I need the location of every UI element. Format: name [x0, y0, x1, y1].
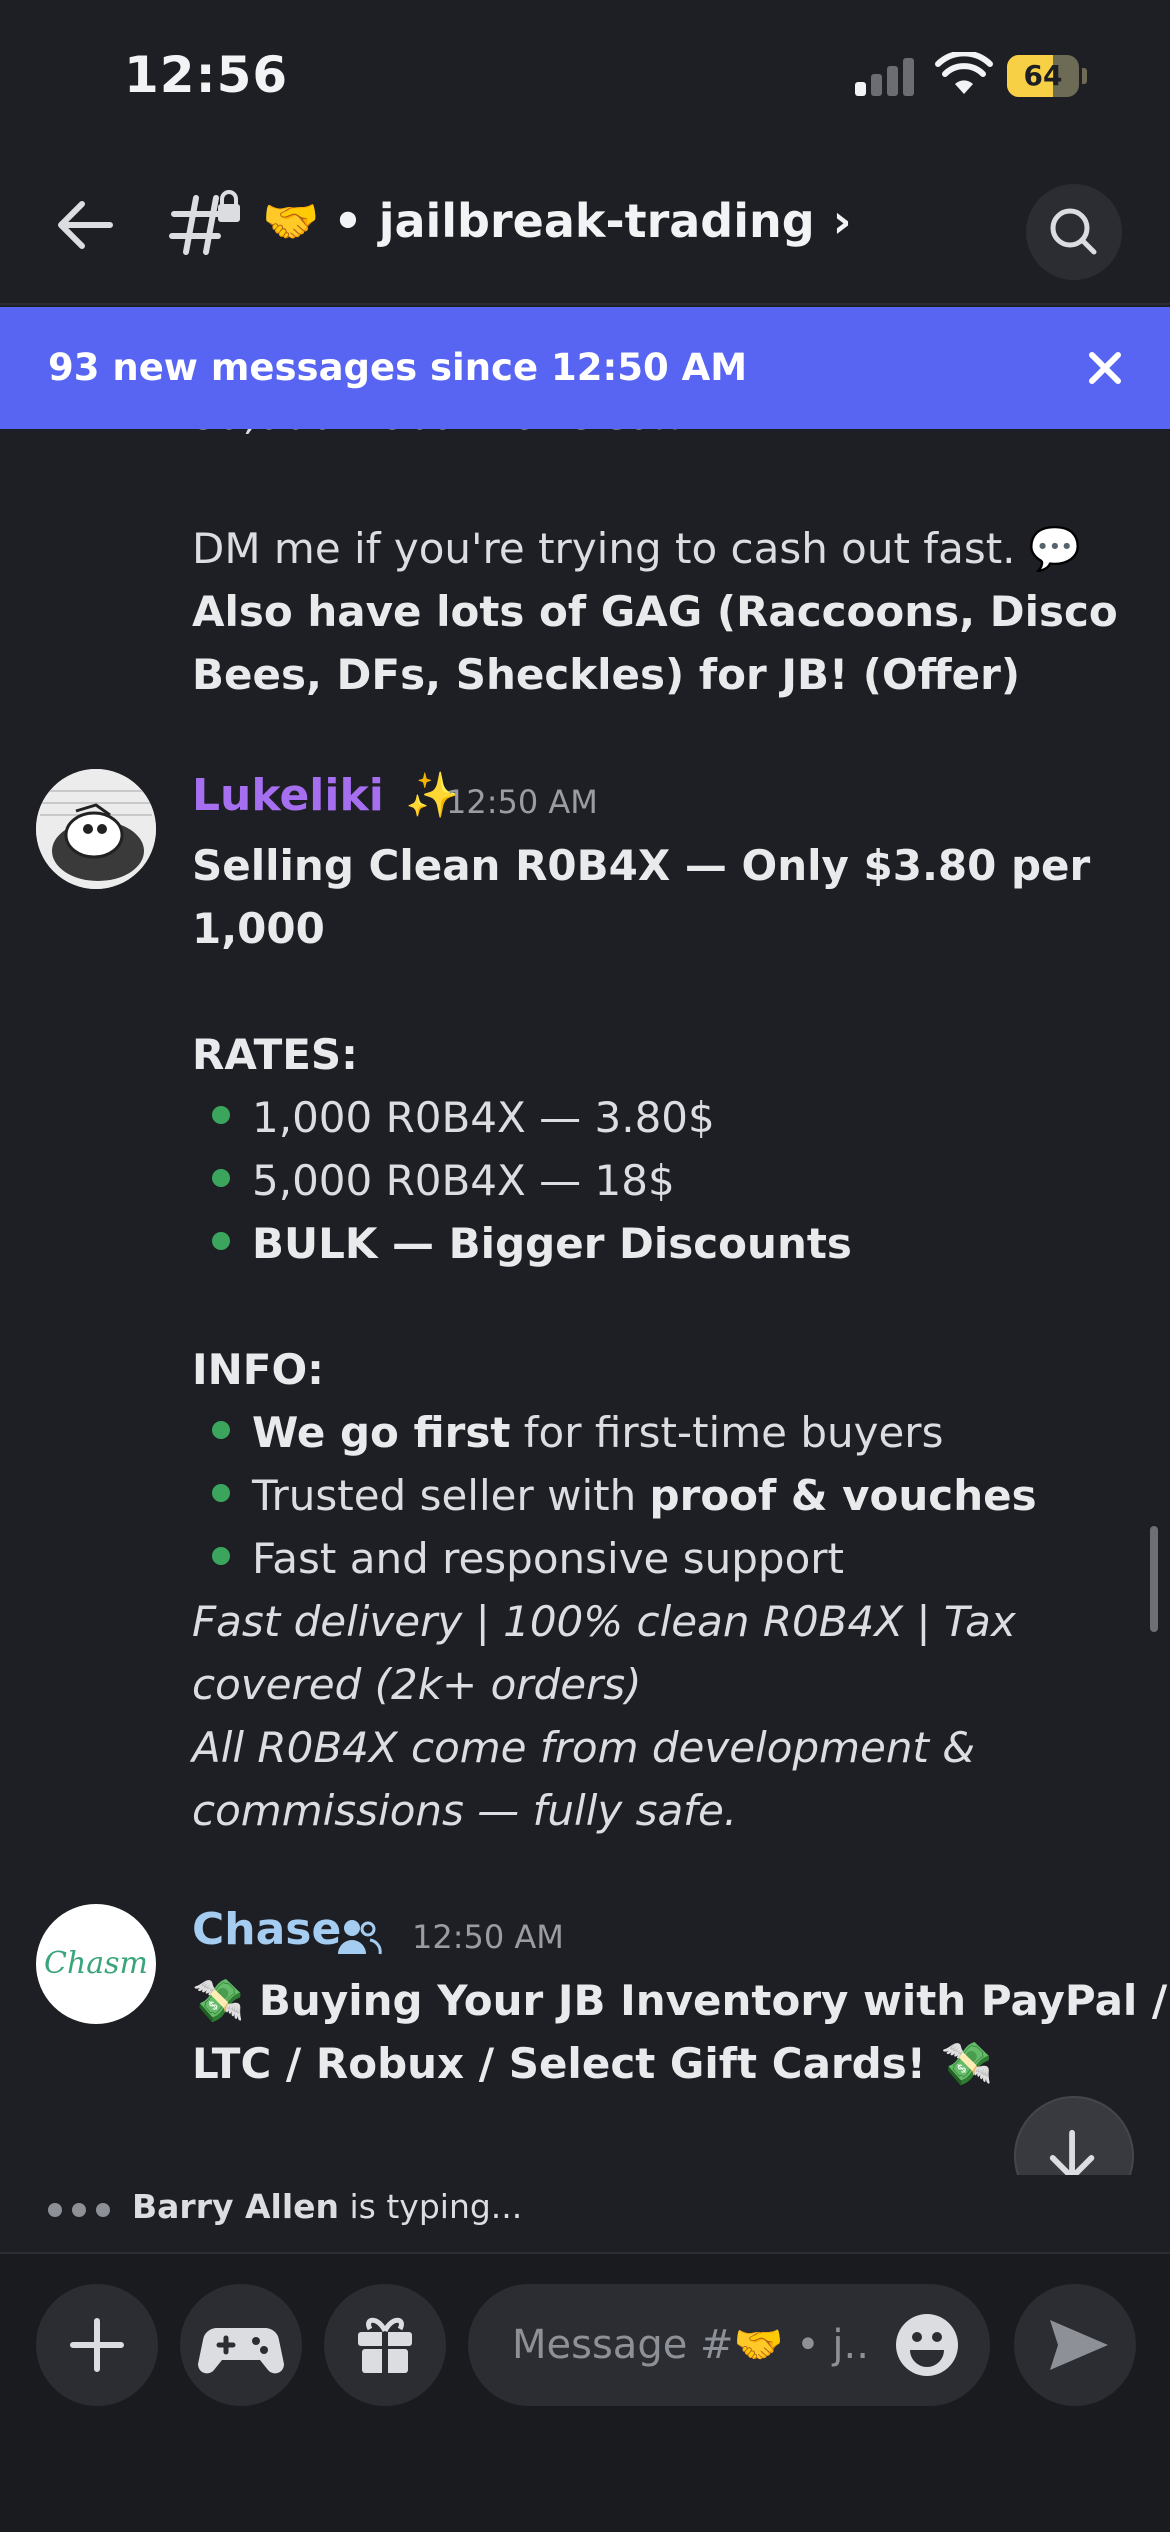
- timestamp: 12:50 AM: [446, 783, 598, 821]
- cell-signal-icon: [855, 56, 915, 96]
- close-icon[interactable]: [1082, 345, 1128, 391]
- channel-name: • jailbreak-trading: [333, 194, 815, 248]
- scrollbar[interactable]: [1150, 1526, 1158, 1632]
- channel-header: 🤝 • jailbreak-trading ›: [0, 150, 1170, 305]
- message-text: INFO:: [192, 1345, 324, 1394]
- message-text: Fast and responsive support: [252, 1534, 844, 1583]
- composer-bar: Message #🤝 • j..: [0, 2252, 1170, 2532]
- message-text: 1,000 R0B4X — 3.80$: [252, 1093, 715, 1142]
- bullet: [212, 1547, 230, 1565]
- message-text: 80,000 Robux for clean.: [192, 429, 696, 446]
- message-list[interactable]: 80,000 Robux for clean. DM me if you're …: [0, 429, 1170, 2175]
- message-input[interactable]: Message #🤝 • j..: [468, 2284, 990, 2406]
- message-text: Bees, DFs, Sheckles) for JB! (Offer): [192, 650, 1021, 699]
- message-text: Trusted seller with proof & vouches: [252, 1471, 1037, 1520]
- back-arrow-icon[interactable]: [50, 190, 120, 260]
- search-button[interactable]: [1026, 184, 1122, 280]
- typing-dots-icon: [48, 2203, 118, 2219]
- gift-icon: [358, 2317, 412, 2373]
- avatar[interactable]: [36, 769, 156, 889]
- username-lukeliki[interactable]: Lukeliki ✨: [192, 769, 460, 821]
- typing-text: Barry Allen is typing...: [132, 2187, 523, 2226]
- plus-icon: [70, 2318, 124, 2372]
- message-text: Fast delivery | 100% clean R0B4X | Tax: [192, 1597, 1016, 1646]
- bullet: [212, 1232, 230, 1250]
- activities-button[interactable]: [180, 2284, 302, 2406]
- message-text: All R0B4X come from development &: [192, 1723, 976, 1772]
- gamepad-icon: [197, 2328, 285, 2374]
- members-icon: [338, 1920, 382, 1955]
- message-text: RATES:: [192, 1030, 358, 1079]
- add-attachment-button[interactable]: [36, 2284, 158, 2406]
- bullet: [212, 1421, 230, 1439]
- emoji-icon[interactable]: [894, 2312, 960, 2378]
- status-bar: 12:56 64: [0, 0, 1170, 150]
- message-text: 💸 Buying Your JB Inventory with PayPal /: [192, 1976, 1168, 2025]
- status-time: 12:56: [124, 46, 289, 104]
- locked-channel-icon: [169, 190, 240, 255]
- message-text: 5,000 R0B4X — 18$: [252, 1156, 675, 1205]
- message-text: DM me if you're trying to cash out fast.…: [192, 524, 1082, 573]
- avatar[interactable]: Chasm: [36, 1904, 156, 2024]
- channel-title[interactable]: 🤝 • jailbreak-trading ›: [262, 186, 852, 256]
- channel-emoji: 🤝: [262, 193, 320, 248]
- bullet: [212, 1169, 230, 1187]
- timestamp: 12:50 AM: [412, 1918, 564, 1956]
- battery-indicator: 64: [1007, 55, 1087, 97]
- avatar-logo-text: Chasm: [43, 1946, 148, 1981]
- new-messages-banner[interactable]: 93 new messages since 12:50 AM: [0, 307, 1170, 429]
- battery-percent: 64: [1023, 59, 1063, 92]
- message-text: BULK — Bigger Discounts: [252, 1219, 852, 1268]
- bullet: [212, 1484, 230, 1502]
- message-text: LTC / Robux / Select Gift Cards! 💸: [192, 2039, 993, 2088]
- avatar-image: [36, 769, 156, 889]
- message-text: 1,000: [192, 904, 325, 953]
- bullet: [212, 1106, 230, 1124]
- wifi-icon: [935, 52, 993, 94]
- typing-indicator: Barry Allen is typing...: [0, 2175, 1170, 2250]
- message-text: covered (2k+ orders): [192, 1660, 642, 1709]
- chevron-right-icon: ›: [832, 194, 852, 248]
- gift-button[interactable]: [324, 2284, 446, 2406]
- new-messages-text: 93 new messages since 12:50 AM: [48, 346, 748, 389]
- username-chase[interactable]: Chase: [192, 1904, 341, 1955]
- message-input-placeholder: Message #🤝 • j..: [512, 2322, 869, 2368]
- search-icon: [1050, 208, 1097, 255]
- message-text: Selling Clean R0B4X — Only $3.80 per: [192, 841, 1091, 890]
- message-text: commissions — fully safe.: [192, 1786, 738, 1835]
- message-text: We go first for first-time buyers: [252, 1408, 944, 1457]
- message-text: Also have lots of GAG (Raccoons, Disco: [192, 587, 1118, 636]
- send-button[interactable]: [1014, 2284, 1136, 2406]
- send-icon: [1050, 2320, 1108, 2370]
